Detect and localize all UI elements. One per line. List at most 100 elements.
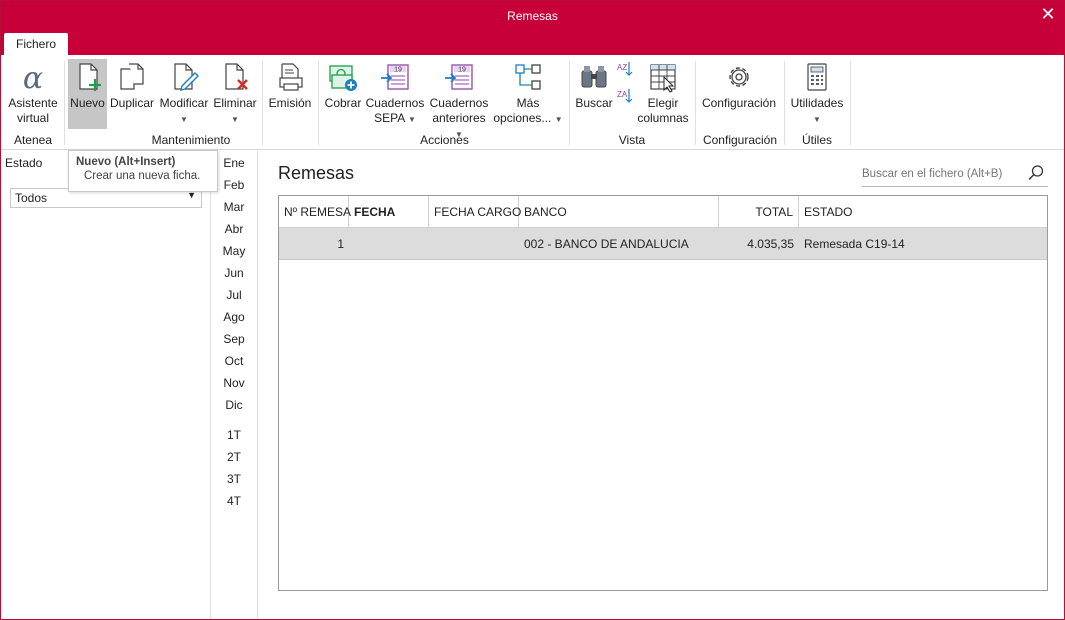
alpha-icon: α <box>23 61 43 93</box>
cell-banco: 002 - BANCO DE ANDALUCIA <box>524 237 689 251</box>
utilidades-button[interactable]: Utilidades ▼ <box>788 59 846 129</box>
edit-document-icon <box>174 63 199 91</box>
month-nov[interactable]: Nov <box>212 376 256 390</box>
modificar-button[interactable]: Modificar ▼ <box>158 59 210 129</box>
cash-icon <box>329 65 357 91</box>
binoculars-icon <box>581 66 607 88</box>
group-divider <box>850 61 851 145</box>
group-divider <box>569 61 570 145</box>
quarter-1t[interactable]: 1T <box>212 428 256 442</box>
ribbon: α Asistente virtual Atenea Nuevo Duplica… <box>1 55 1064 150</box>
group-label-acciones: Acciones <box>420 133 469 147</box>
chevron-down-icon: ▼ <box>180 115 188 124</box>
month-mar[interactable]: Mar <box>212 200 256 214</box>
calculator-icon <box>807 63 827 91</box>
group-divider <box>318 61 319 145</box>
cuadernos-anteriores-button[interactable]: 19 Cuadernos anteriores ▼ <box>427 59 491 139</box>
cell-numero: 1 <box>337 237 344 251</box>
group-divider <box>64 61 65 145</box>
duplicate-icon <box>120 63 144 90</box>
configuracion-button[interactable]: Configuración <box>699 59 779 129</box>
chevron-down-icon: ▼ <box>813 115 821 124</box>
print-document-icon <box>279 63 303 91</box>
close-button[interactable]: ✕ <box>1038 5 1058 25</box>
gear-icon <box>729 67 749 87</box>
column-header-numero[interactable]: Nº REMESA <box>279 196 351 228</box>
delete-document-icon <box>225 63 248 90</box>
tab-fichero[interactable]: Fichero <box>4 33 68 55</box>
month-dic[interactable]: Dic <box>212 398 256 412</box>
cell-fecha-cargo <box>429 228 519 260</box>
cuadernos-sepa-button[interactable]: 19 Cuadernos SEPA ▼ <box>365 59 425 129</box>
asistente-label: Asistente virtual <box>8 96 58 125</box>
group-label-mantenimiento: Mantenimiento <box>151 133 231 147</box>
eliminar-label: Eliminar <box>213 96 257 110</box>
sepa-notebook-icon: 19 <box>381 64 409 90</box>
estado-value: Todos <box>15 191 48 205</box>
svg-text:α: α <box>23 61 43 93</box>
cell-total: 4.035,35 <box>747 237 794 251</box>
column-header-banco[interactable]: BANCO <box>519 196 719 228</box>
column-header-estado[interactable]: ESTADO <box>799 196 1047 228</box>
quarter-2t[interactable]: 2T <box>212 450 256 464</box>
month-jul[interactable]: Jul <box>212 288 256 302</box>
month-ago[interactable]: Ago <box>212 310 256 324</box>
utilidades-label: Utilidades <box>790 96 844 110</box>
month-oct[interactable]: Oct <box>212 354 256 368</box>
ribbon-tab-bar: Fichero <box>1 31 1064 55</box>
month-sep[interactable]: Sep <box>212 332 256 346</box>
group-divider <box>784 61 785 145</box>
mas-opciones-label: Más opciones... <box>493 96 552 125</box>
new-document-icon <box>78 63 101 91</box>
period-selector: Ene Feb Mar Abr May Jun Jul Ago Sep Oct … <box>212 151 258 619</box>
search-icon[interactable] <box>1026 163 1046 183</box>
emision-button[interactable]: Emisión <box>266 59 314 129</box>
column-header-fecha[interactable]: FECHA <box>349 196 429 228</box>
workflow-icon <box>515 64 541 90</box>
duplicar-button[interactable]: Duplicar <box>109 59 155 129</box>
sort-icons: AZ ZA <box>617 62 633 103</box>
chevron-down-icon: ▼ <box>231 115 239 124</box>
search-input[interactable] <box>862 165 1022 183</box>
page-title: Remesas <box>278 163 355 183</box>
eliminar-button[interactable]: Eliminar ▼ <box>212 59 258 129</box>
month-may[interactable]: May <box>212 244 256 258</box>
columns-icon <box>650 64 676 93</box>
sort-descending-icon: ZA <box>617 90 628 99</box>
month-ene[interactable]: Ene <box>212 156 256 170</box>
group-label-configuracion: Configuración <box>702 133 778 147</box>
month-abr[interactable]: Abr <box>212 222 256 236</box>
nuevo-label: Nuevo <box>70 96 105 110</box>
group-label-atenea: Atenea <box>13 133 53 147</box>
search-box <box>862 161 1048 187</box>
column-header-fecha-cargo[interactable]: FECHA CARGO <box>429 196 521 228</box>
tooltip-title: Nuevo (Alt+Insert) <box>76 156 176 168</box>
group-label-utiles: Útiles <box>801 133 832 147</box>
sort-ascending-icon: AZ <box>617 63 627 72</box>
cobrar-button[interactable]: Cobrar <box>322 59 364 129</box>
emision-label: Emisión <box>268 96 312 110</box>
mas-opciones-button[interactable]: Más opciones... ▼ <box>493 59 563 129</box>
quarter-3t[interactable]: 3T <box>212 472 256 486</box>
sepa-badge: 19 <box>394 67 402 74</box>
title-bar: Remesas ✕ <box>1 1 1064 31</box>
table-row[interactable]: 1 002 - BANCO DE ANDALUCIA 4.035,35 Reme… <box>279 228 1047 260</box>
tooltip-description: Crear una nueva ficha. <box>84 170 201 182</box>
group-divider <box>695 61 696 145</box>
elegir-columnas-button[interactable]: Elegir columnas <box>637 59 689 129</box>
table-header: Nº REMESA FECHA FECHA CARGO BANCO TOTAL … <box>279 196 1047 228</box>
asistente-virtual-button[interactable]: α Asistente virtual <box>5 59 61 129</box>
chevron-down-icon: ▼ <box>554 115 563 124</box>
previous-notebook-icon: 19 <box>445 64 473 90</box>
quarter-4t[interactable]: 4T <box>212 494 256 508</box>
duplicar-label: Duplicar <box>109 96 154 110</box>
filter-panel: Estado Todos ▼ <box>1 151 211 619</box>
sort-buttons: AZ ZA <box>614 59 634 129</box>
column-header-total[interactable]: TOTAL <box>719 196 799 228</box>
month-jun[interactable]: Jun <box>212 266 256 280</box>
cell-fecha <box>349 228 429 260</box>
remesas-table: Nº REMESA FECHA FECHA CARGO BANCO TOTAL … <box>278 195 1048 591</box>
nuevo-button[interactable]: Nuevo <box>68 59 107 129</box>
buscar-button[interactable]: Buscar <box>573 59 615 129</box>
month-feb[interactable]: Feb <box>212 178 256 192</box>
